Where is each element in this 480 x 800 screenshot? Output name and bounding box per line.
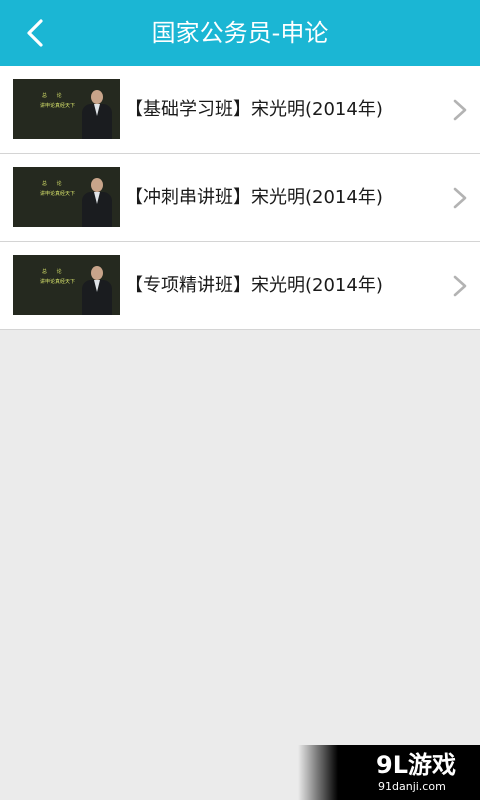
list-item[interactable]: 总 论 讲申论真经天下 【基础学习班】宋光明(2014年) bbox=[0, 66, 480, 154]
thumbnail-title: 总 论 bbox=[42, 181, 66, 187]
course-list: 总 论 讲申论真经天下 【基础学习班】宋光明(2014年) 总 论 讲申论真经天… bbox=[0, 66, 480, 330]
app-header: 国家公务员-申论 bbox=[0, 0, 480, 66]
course-thumbnail: 总 论 讲申论真经天下 bbox=[13, 255, 120, 315]
thumbnail-title: 总 论 bbox=[42, 269, 66, 275]
list-item[interactable]: 总 论 讲申论真经天下 【专项精讲班】宋光明(2014年) bbox=[0, 242, 480, 330]
chevron-right-icon bbox=[453, 275, 467, 297]
thumbnail-title: 总 论 bbox=[42, 93, 66, 99]
thumbnail-subtitle: 讲申论真经天下 bbox=[40, 279, 76, 285]
chevron-left-icon bbox=[27, 19, 43, 47]
course-thumbnail: 总 论 讲申论真经天下 bbox=[13, 79, 120, 139]
thumbnail-subtitle: 讲申论真经天下 bbox=[40, 103, 76, 109]
chevron-right-icon bbox=[453, 187, 467, 209]
page-title: 国家公务员-申论 bbox=[151, 19, 329, 47]
course-title: 【专项精讲班】宋光明(2014年) bbox=[125, 275, 383, 296]
course-title: 【冲刺串讲班】宋光明(2014年) bbox=[125, 187, 383, 208]
course-title: 【基础学习班】宋光明(2014年) bbox=[125, 99, 383, 120]
back-button[interactable] bbox=[12, 10, 58, 56]
watermark-logo: 9L游戏 bbox=[376, 751, 456, 779]
course-thumbnail: 总 论 讲申论真经天下 bbox=[13, 167, 120, 227]
thumbnail-subtitle: 讲申论真经天下 bbox=[40, 191, 76, 197]
site-watermark: 9L游戏 91danji.com bbox=[298, 745, 480, 800]
watermark-url: 91danji.com bbox=[378, 780, 446, 793]
chevron-right-icon bbox=[453, 99, 467, 121]
list-item[interactable]: 总 论 讲申论真经天下 【冲刺串讲班】宋光明(2014年) bbox=[0, 154, 480, 242]
